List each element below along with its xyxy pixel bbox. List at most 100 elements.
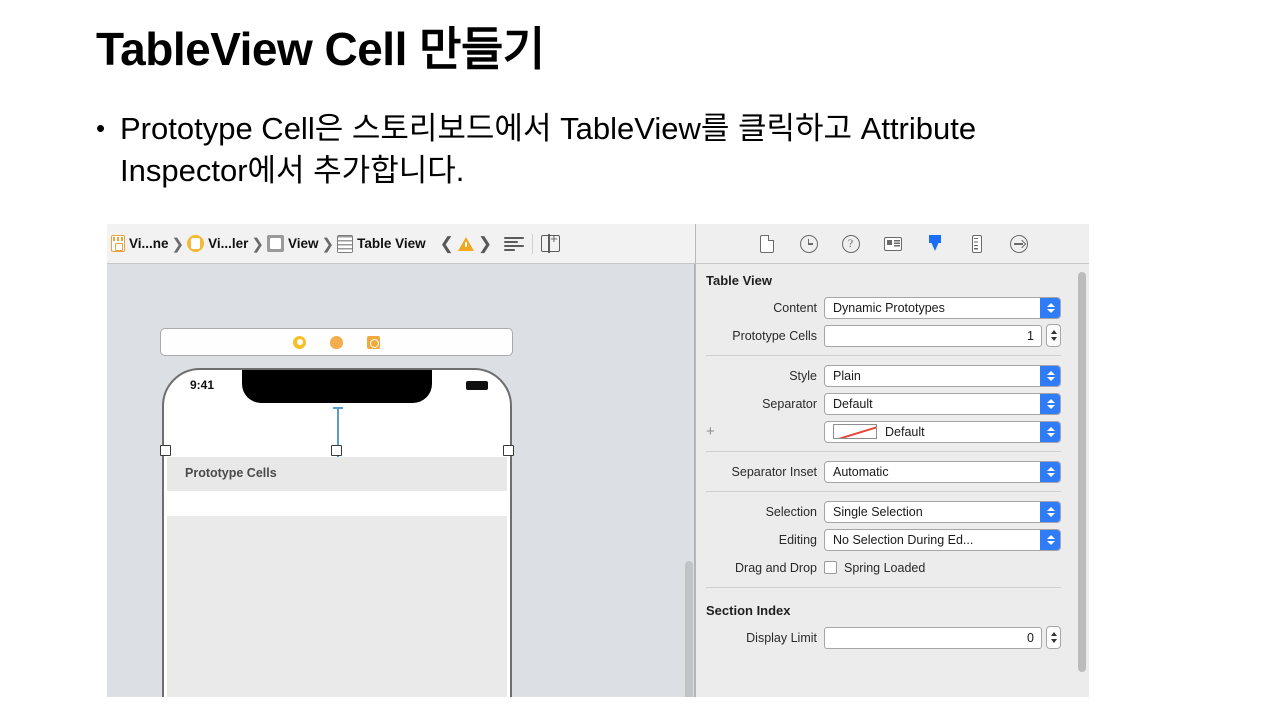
display-limit-stepper[interactable] — [1046, 626, 1061, 649]
identity-inspector-icon[interactable] — [882, 233, 904, 255]
breadcrumb-view-controller[interactable]: Vi...ler — [187, 235, 248, 252]
row-separator: Separator Default — [696, 390, 1089, 417]
separator-popup-button[interactable]: Default — [824, 393, 1061, 415]
inspector-divider — [706, 587, 1061, 588]
chevron-updown-icon — [1040, 297, 1061, 319]
row-separator-color: + Default — [696, 418, 1089, 445]
inspector-scrollbar[interactable] — [1078, 272, 1086, 672]
text-align-icon[interactable] — [504, 237, 524, 251]
chevron-updown-icon — [1040, 461, 1061, 483]
spring-loaded-checkbox[interactable] — [824, 561, 837, 574]
next-issue-button[interactable]: ❯ — [474, 234, 496, 254]
table-view-body[interactable] — [167, 516, 507, 697]
table-view-gap — [167, 491, 507, 516]
prototype-cells-stepper[interactable] — [1046, 324, 1061, 347]
table-view-icon — [337, 235, 353, 253]
display-limit-input[interactable]: 0 — [824, 627, 1042, 649]
xcode-screenshot: Vi...ne ❯ Vi...ler ❯ View ❯ Table View ❮… — [107, 224, 1089, 697]
breadcrumb-label: View — [288, 236, 319, 251]
style-value: Plain — [833, 369, 861, 383]
inspector-tab-bar: ? — [695, 224, 1089, 264]
editing-value: No Selection During Ed... — [833, 533, 973, 547]
storyboard-icon — [111, 235, 125, 252]
attributes-inspector-icon[interactable] — [924, 233, 946, 255]
selection-handle-right[interactable] — [503, 445, 514, 456]
add-editor-icon[interactable] — [541, 235, 560, 252]
file-inspector-icon[interactable] — [756, 233, 778, 255]
content-popup-button[interactable]: Dynamic Prototypes — [824, 297, 1061, 319]
device-notch — [242, 369, 432, 403]
label-prototype-cells: Prototype Cells — [696, 329, 824, 343]
breadcrumb-chevron: ❯ — [322, 235, 335, 253]
separator-color-value: Default — [885, 425, 925, 439]
jump-bar: Vi...ne ❯ Vi...ler ❯ View ❯ Table View ❮… — [107, 224, 695, 264]
bullet-paragraph: • Prototype Cell은 스토리보드에서 TableView를 클릭하… — [96, 108, 1086, 192]
status-bar-time: 9:41 — [190, 378, 214, 392]
view-controller-icon — [187, 235, 204, 252]
selection-handle-middle[interactable] — [331, 445, 342, 456]
separator-value: Default — [833, 397, 873, 411]
row-editing: Editing No Selection During Ed... — [696, 526, 1089, 553]
breadcrumb-label: Table View — [357, 236, 426, 251]
row-drag-and-drop: Drag and Drop Spring Loaded — [696, 554, 1089, 581]
label-content: Content — [696, 301, 824, 315]
separator-color-popup-button[interactable]: Default — [824, 421, 1061, 443]
row-selection: Selection Single Selection — [696, 498, 1089, 525]
scene-dock[interactable] — [160, 328, 513, 356]
breadcrumb-label: Vi...ler — [208, 236, 248, 251]
view-icon — [267, 235, 284, 252]
page-title: TableView Cell 만들기 — [96, 24, 545, 75]
label-editing: Editing — [696, 533, 824, 547]
previous-issue-button[interactable]: ❮ — [436, 234, 458, 254]
breadcrumb-table-view[interactable]: Table View — [337, 235, 426, 253]
label-add-color[interactable]: + — [696, 423, 824, 440]
attributes-inspector-panel: Table View Content Dynamic Prototypes Pr… — [695, 264, 1089, 697]
history-inspector-icon[interactable] — [798, 233, 820, 255]
iphone-device-preview[interactable]: 9:41 Prototype Cells — [162, 368, 512, 697]
battery-icon — [466, 381, 488, 390]
inspector-divider — [706, 355, 1061, 356]
row-style: Style Plain — [696, 362, 1089, 389]
first-responder-dock-icon[interactable] — [330, 336, 343, 349]
chevron-updown-icon — [1040, 421, 1061, 443]
bullet-text: Prototype Cell은 스토리보드에서 TableView를 클릭하고 … — [96, 108, 1086, 192]
size-inspector-icon[interactable] — [966, 233, 988, 255]
breadcrumb-view[interactable]: View — [267, 235, 319, 252]
editing-popup-button[interactable]: No Selection During Ed... — [824, 529, 1061, 551]
label-style: Style — [696, 369, 824, 383]
exit-dock-icon[interactable] — [367, 336, 380, 349]
row-prototype-cells: Prototype Cells 1 — [696, 322, 1089, 349]
breadcrumb-chevron: ❯ — [172, 235, 185, 253]
display-limit-value: 0 — [1027, 631, 1034, 645]
row-separator-inset: Separator Inset Automatic — [696, 458, 1089, 485]
selection-handle-left[interactable] — [160, 445, 171, 456]
canvas-scrollbar[interactable] — [685, 561, 693, 697]
inspector-divider — [706, 491, 1061, 492]
bullet-marker: • — [96, 108, 105, 150]
color-swatch-icon — [833, 424, 877, 439]
prototype-cells-value: 1 — [1027, 329, 1034, 343]
chevron-updown-icon — [1040, 501, 1061, 523]
chevron-updown-icon — [1040, 529, 1061, 551]
view-controller-dock-icon[interactable] — [293, 336, 306, 349]
storyboard-canvas[interactable]: 9:41 Prototype Cells — [107, 264, 695, 697]
breadcrumb-storyboard[interactable]: Vi...ne — [111, 235, 169, 252]
label-drag-and-drop: Drag and Drop — [696, 561, 824, 575]
warning-triangle-icon[interactable] — [458, 237, 474, 251]
connections-inspector-icon[interactable] — [1008, 233, 1030, 255]
spring-loaded-label: Spring Loaded — [844, 561, 925, 575]
toolbar-divider — [532, 234, 533, 254]
chevron-updown-icon — [1040, 365, 1061, 387]
prototype-cells-input[interactable]: 1 — [824, 325, 1042, 347]
style-popup-button[interactable]: Plain — [824, 365, 1061, 387]
section-title-table-view: Table View — [696, 264, 1089, 294]
separator-inset-popup-button[interactable]: Automatic — [824, 461, 1061, 483]
chevron-updown-icon — [1040, 393, 1061, 415]
help-inspector-icon[interactable]: ? — [840, 233, 862, 255]
prototype-cell-label: Prototype Cells — [185, 466, 277, 480]
section-title-section-index: Section Index — [696, 594, 1089, 624]
prototype-cell[interactable]: Prototype Cells — [167, 457, 507, 491]
inspector-divider — [706, 451, 1061, 452]
selection-popup-button[interactable]: Single Selection — [824, 501, 1061, 523]
label-display-limit: Display Limit — [696, 631, 824, 645]
